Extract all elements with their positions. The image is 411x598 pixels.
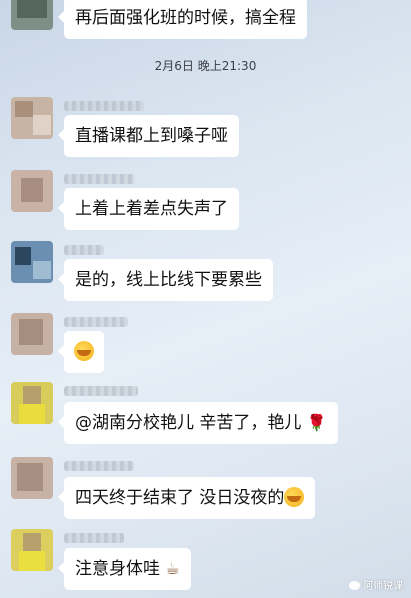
message-text: 四天终于结束了 没日没夜的 [75, 488, 285, 508]
avatar[interactable] [11, 170, 53, 212]
sender-name [64, 386, 138, 396]
message-bubble[interactable]: @湖南分校艳儿 辛苦了，艳儿 🌹 [58, 402, 338, 444]
laughing-tears-emoji [74, 341, 94, 361]
avatar[interactable] [11, 457, 53, 499]
watermark-text: 阿师锐课 [363, 581, 403, 592]
avatar[interactable] [11, 0, 53, 30]
sender-name [64, 245, 104, 255]
laughing-tears-emoji [284, 487, 305, 507]
avatar[interactable] [11, 241, 53, 283]
message-text: 上着上着差点失声了 [75, 199, 228, 219]
message-text: 是的，线上比线下要累些 [75, 270, 262, 290]
avatar[interactable] [11, 529, 53, 571]
avatar[interactable] [11, 313, 53, 355]
avatar[interactable] [11, 97, 53, 139]
message-bubble[interactable]: 直播课都上到嗓子哑 [58, 115, 239, 157]
message-text: 直播课都上到嗓子哑 [75, 126, 228, 146]
sender-name [64, 317, 128, 327]
avatar[interactable] [11, 382, 53, 424]
sender-name [64, 533, 124, 543]
sender-name [64, 174, 134, 184]
message-text: @湖南分校艳儿 辛苦了，艳儿 [75, 413, 302, 433]
rose-emoji: 🌹 [306, 413, 327, 432]
message-text: 注意身体哇 [75, 559, 160, 579]
message-bubble[interactable]: 再后面强化班的时候，搞全程 [58, 0, 307, 39]
timestamp: 2月6日 晚上21:30 [154, 59, 257, 73]
watermark: 阿师锐课 [349, 577, 403, 592]
message-bubble[interactable]: 四天终于结束了 没日没夜的 [57, 477, 316, 519]
sender-name [64, 461, 134, 471]
coffee-emoji: ☕ [165, 559, 180, 578]
message-text: 再后面强化班的时候，搞全程 [75, 8, 296, 28]
message-bubble[interactable]: 是的，线上比线下要累些 [58, 259, 273, 301]
message-bubble[interactable] [58, 331, 104, 373]
wechat-icon [349, 581, 360, 590]
chat-window: 再后面强化班的时候，搞全程 2月6日 晚上21:30 直播课都上到嗓子哑 上着上… [0, 0, 411, 598]
message-bubble[interactable]: 上着上着差点失声了 [58, 188, 239, 230]
message-bubble[interactable]: 注意身体哇 ☕ [58, 548, 191, 590]
sender-name [64, 101, 144, 111]
